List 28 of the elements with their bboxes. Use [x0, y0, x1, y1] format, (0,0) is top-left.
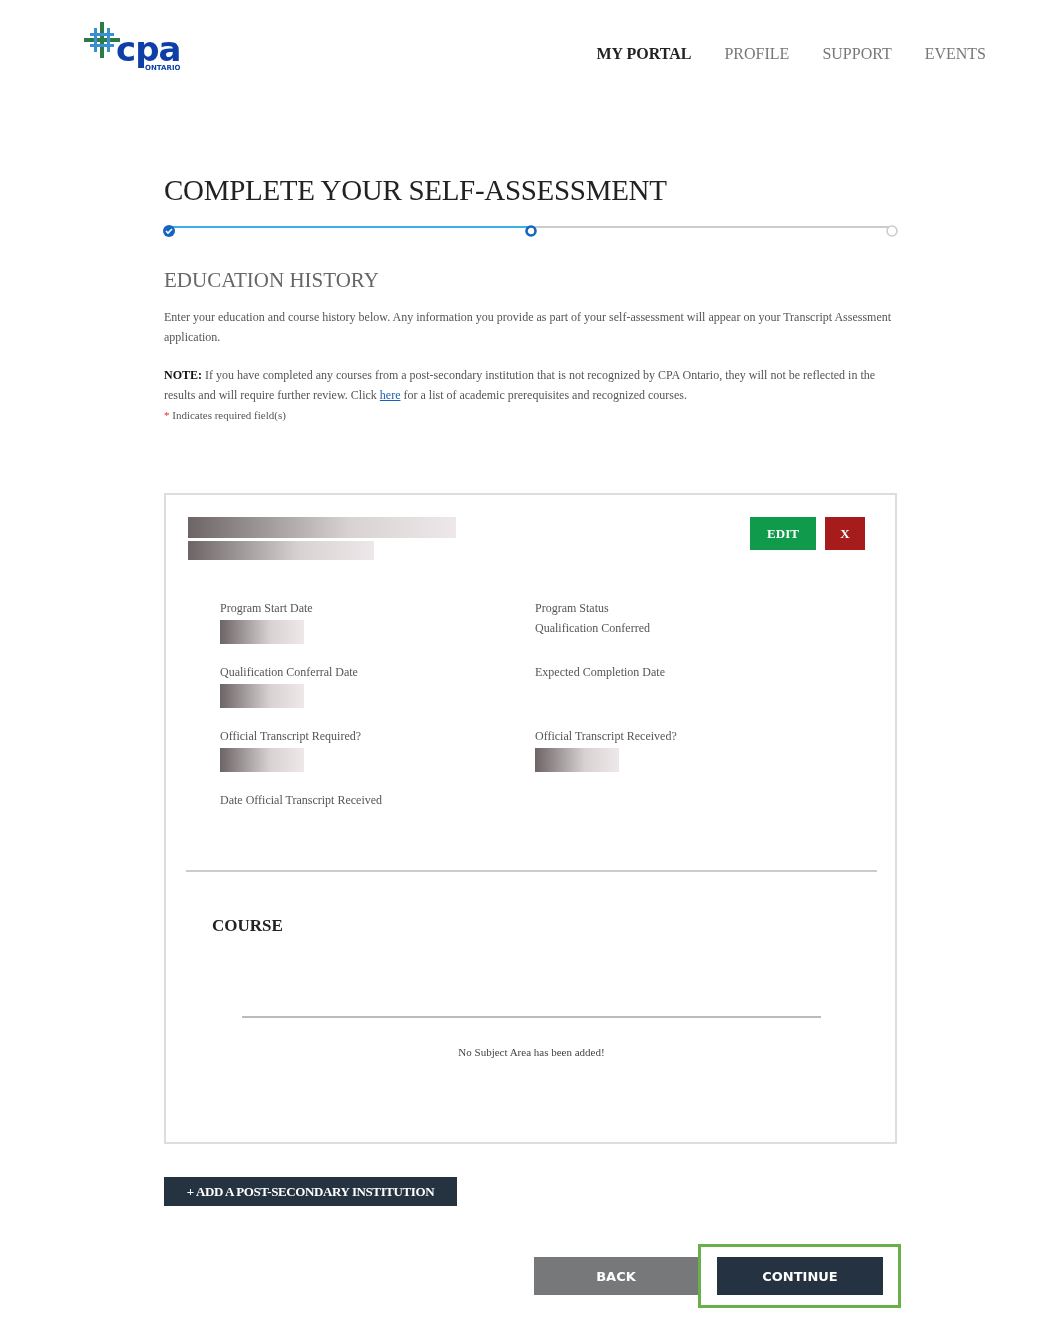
add-institution-button[interactable]: + ADD A POST-SECONDARY INSTITUTION [164, 1177, 457, 1206]
page-title: COMPLETE YOUR SELF-ASSESSMENT [164, 174, 668, 207]
nav-link[interactable]: SUPPORT [822, 45, 892, 63]
section-title: EDUCATION HISTORY [164, 268, 380, 293]
field-label: Official Transcript Required? [220, 728, 363, 745]
edit-button[interactable]: EDIT [750, 517, 816, 550]
continue-button[interactable]: CONTINUE [717, 1257, 883, 1295]
here-link[interactable]: here [379, 388, 401, 402]
field-label: Expected Completion Date [535, 664, 666, 681]
required-mark: * [164, 409, 170, 421]
note-text: NOTE: If you have completed any courses from a post-secondary institution that is not recognized by CPA Ontario, they will not be reflected in the results and will require further review. Click here for a list of academic prerequisites and recognized courses. [164, 367, 877, 404]
field-label: Program Status [535, 600, 610, 617]
nav-link[interactable]: MY PORTAL [596, 45, 692, 63]
course-title: COURSE [212, 916, 284, 936]
field-label: Program Start Date [220, 600, 314, 617]
nav-link[interactable]: PROFILE [724, 45, 790, 63]
remove-button[interactable]: X [825, 517, 865, 550]
back-button[interactable]: BACK [534, 1257, 698, 1295]
field-label: Official Transcript Received? [535, 728, 678, 745]
required-note: Indicates required field(s) [172, 409, 286, 421]
step-check-icon [163, 225, 175, 237]
step-current-icon [524, 225, 537, 237]
field-label: Qualification Conferral Date [220, 664, 359, 681]
nav-link[interactable]: EVENTS [924, 45, 986, 63]
intro-text: Enter your education and course history below. Any information you provide as part of your self-assessment will appear on your Transcript Assessment application. [164, 309, 893, 346]
empty-message: No Subject Area has been added! [457, 1046, 606, 1058]
field-value: Qualification Conferred [535, 620, 651, 637]
field-label: Date Official Transcript Received [220, 792, 384, 809]
